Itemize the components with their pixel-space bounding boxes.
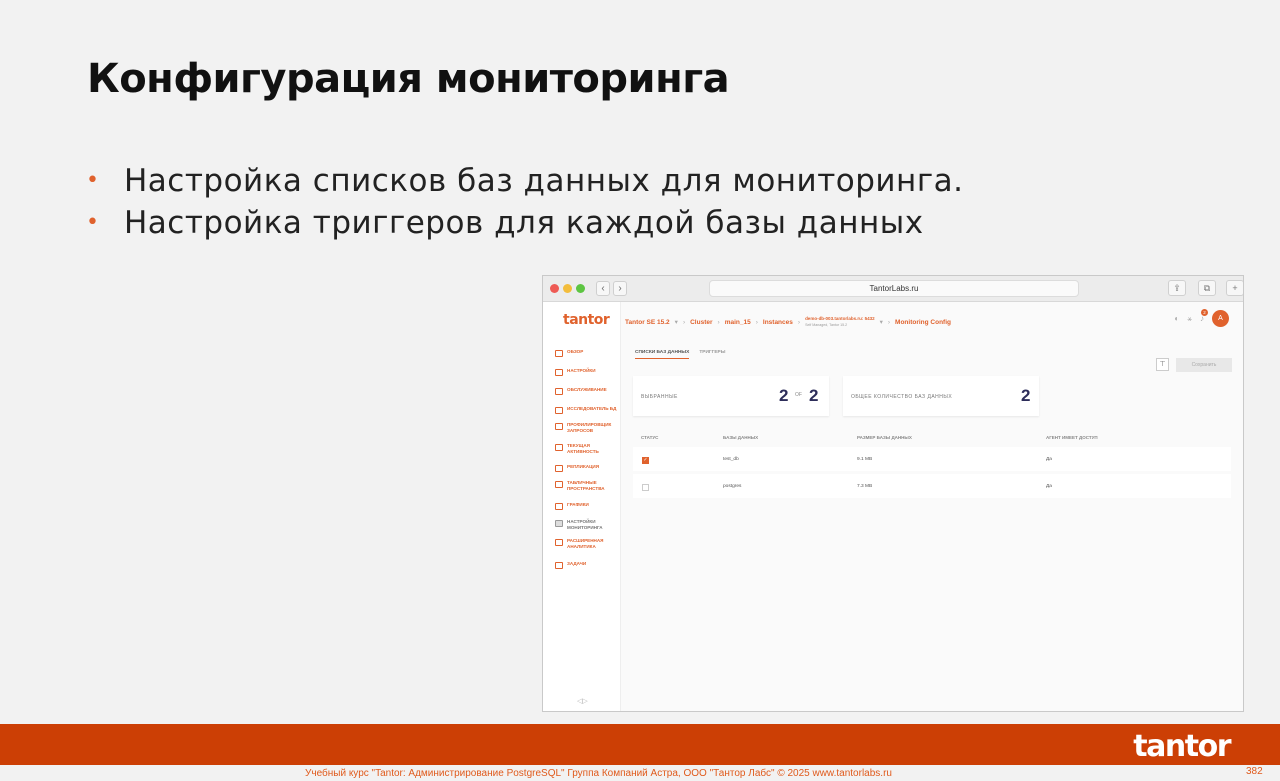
save-button[interactable]: Сохранить (1176, 358, 1232, 372)
tabs-icon[interactable]: ⧉ (1198, 280, 1216, 296)
maintenance-icon (555, 388, 563, 395)
sidebar-item-query-profiler[interactable]: Профилировщик запросов (555, 422, 619, 434)
new-tab-icon[interactable]: + (1226, 280, 1243, 296)
maximize-window-button[interactable] (576, 284, 585, 293)
chevron-right-icon: › (887, 318, 891, 326)
sidebar: tantor Обзор Настройки Обслуживание Иссл… (543, 302, 621, 711)
agent-access: Да (1046, 484, 1052, 489)
sidebar-item-charts[interactable]: Графики (555, 502, 619, 510)
overview-icon (555, 350, 563, 357)
status-checkbox[interactable] (642, 484, 649, 491)
chevron-right-icon: › (717, 318, 720, 326)
tantor-logo[interactable]: tantor (563, 312, 610, 328)
sidebar-item-overview[interactable]: Обзор (555, 349, 619, 357)
breadcrumb-cluster[interactable]: Cluster (690, 319, 712, 326)
total-databases-card: Общее количество баз данных 2 (843, 376, 1039, 416)
slide-title: Конфигурация мониторинга (87, 56, 730, 102)
tasks-icon (555, 562, 563, 569)
breadcrumb-product[interactable]: Tantor SE 15.2 (625, 319, 670, 326)
of-label: of (795, 392, 802, 398)
selected-label: Выбранные (641, 394, 678, 400)
sidebar-item-replication[interactable]: Репликация (555, 464, 619, 472)
sidebar-item-monitoring-settings[interactable]: Настройки мониторинга (555, 519, 619, 531)
main-content: Tantor SE 15.2 ▾ › Cluster › main_15 › I… (621, 302, 1243, 711)
minimize-window-button[interactable] (563, 284, 572, 293)
network-icon[interactable]: ⚹ (1187, 314, 1192, 324)
chevron-right-icon: › (797, 318, 801, 326)
share-icon[interactable]: ⇪ (1168, 280, 1186, 296)
filter-icon[interactable]: ⊤ (1156, 358, 1169, 371)
theme-icon[interactable]: ◐ (1174, 314, 1179, 323)
forward-button[interactable]: › (613, 281, 627, 296)
selected-card: Выбранные 2 of 2 (633, 376, 829, 416)
breadcrumb-instances[interactable]: Instances (763, 319, 793, 326)
tab-database-lists[interactable]: Списки баз данных (635, 350, 690, 359)
column-databases: Базы данных (723, 435, 759, 440)
breadcrumb: Tantor SE 15.2 ▾ › Cluster › main_15 › I… (625, 316, 951, 328)
back-button[interactable]: ‹ (596, 281, 610, 296)
breadcrumb-cluster-name[interactable]: main_15 (725, 319, 751, 326)
sidebar-item-db-explorer[interactable]: Исследователь БД (555, 406, 619, 414)
notification-badge: 2 (1201, 309, 1208, 316)
table-header: Статус Базы данных Размер базы данных Аг… (635, 435, 1231, 445)
monitoring-icon (555, 520, 563, 527)
sidebar-item-tablespaces[interactable]: Табличные пространства (555, 480, 619, 492)
activity-icon (555, 444, 563, 451)
footer-bar: tantor (0, 724, 1280, 765)
browser-toolbar: ‹ › TantorLabs.ru ⇪ ⧉ + (543, 276, 1243, 302)
db-explorer-icon (555, 407, 563, 414)
db-size: 9.1 MB (857, 457, 873, 462)
chevron-down-icon[interactable]: ▾ (675, 318, 678, 326)
selected-total: 2 (809, 386, 819, 405)
close-window-button[interactable] (550, 284, 559, 293)
footer-note: Учебный курс "Tantor: Администрирование … (305, 768, 892, 779)
status-checkbox[interactable]: ✓ (642, 457, 649, 464)
sidebar-item-tasks[interactable]: Задачи (555, 561, 619, 569)
bullet-item: • Настройка списков баз данных для монито… (86, 160, 963, 202)
top-bar: Tantor SE 15.2 ▾ › Cluster › main_15 › I… (621, 302, 1243, 340)
chevron-right-icon: › (682, 318, 686, 326)
bullet-list: • Настройка списков баз данных для монито… (86, 160, 963, 244)
sidebar-item-maintenance[interactable]: Обслуживание (555, 387, 619, 395)
db-name: test_db (723, 457, 739, 462)
page-number: 382 (1246, 766, 1263, 777)
column-agent-access: Агент имеет доступ (1046, 435, 1098, 440)
breadcrumb-page: Monitoring Config (895, 318, 951, 326)
replication-icon (555, 465, 563, 472)
browser-window: ‹ › TantorLabs.ru ⇪ ⧉ + tantor Обзор Нас… (542, 275, 1244, 712)
db-size: 7.3 MB (857, 484, 873, 489)
table-row[interactable]: postgres 7.3 MB Да (633, 474, 1231, 498)
chevron-down-icon[interactable]: ▾ (880, 318, 883, 326)
sidebar-item-settings[interactable]: Настройки (555, 368, 619, 376)
bell-icon[interactable]: ♪ 2 (1200, 309, 1208, 323)
analytics-icon (555, 539, 563, 546)
avatar[interactable]: A (1212, 310, 1229, 327)
total-label: Общее количество баз данных (851, 394, 953, 400)
selected-value: 2 (779, 386, 789, 405)
tantor-app: tantor Обзор Настройки Обслуживание Иссл… (543, 302, 1243, 711)
profiler-icon (555, 423, 563, 430)
table-row[interactable]: ✓ test_db 9.1 MB Да (633, 447, 1231, 471)
charts-icon (555, 503, 563, 510)
column-size: Размер базы данных (857, 435, 912, 440)
column-status: Статус (641, 435, 659, 440)
bullet-dot-icon: • (86, 168, 100, 193)
agent-access: Да (1046, 457, 1052, 462)
collapse-sidebar-icon[interactable]: ◁▷ (577, 697, 588, 705)
total-value: 2 (1021, 386, 1031, 405)
bullet-item: • Настройка триггеров для каждой базы дан… (86, 202, 963, 244)
tablespaces-icon (555, 481, 563, 488)
tab-triggers[interactable]: Триггеры (699, 350, 725, 359)
top-icons: ◐ ⚹ ♪ 2 A (1174, 309, 1229, 327)
sidebar-item-activity[interactable]: Текущая активность (555, 443, 619, 455)
bullet-dot-icon: • (86, 210, 100, 235)
address-bar[interactable]: TantorLabs.ru (709, 280, 1079, 297)
db-name: postgres (723, 484, 742, 489)
tab-bar: Списки баз данных Триггеры (635, 350, 725, 359)
footer-logo: tantor (1133, 729, 1231, 764)
sidebar-item-analytics[interactable]: Расширенная аналитика (555, 538, 619, 550)
settings-icon (555, 369, 563, 376)
chevron-right-icon: › (755, 318, 758, 326)
breadcrumb-host[interactable]: demo-db-003.tantorlabs.ru: 5432 Self Man… (805, 316, 875, 328)
